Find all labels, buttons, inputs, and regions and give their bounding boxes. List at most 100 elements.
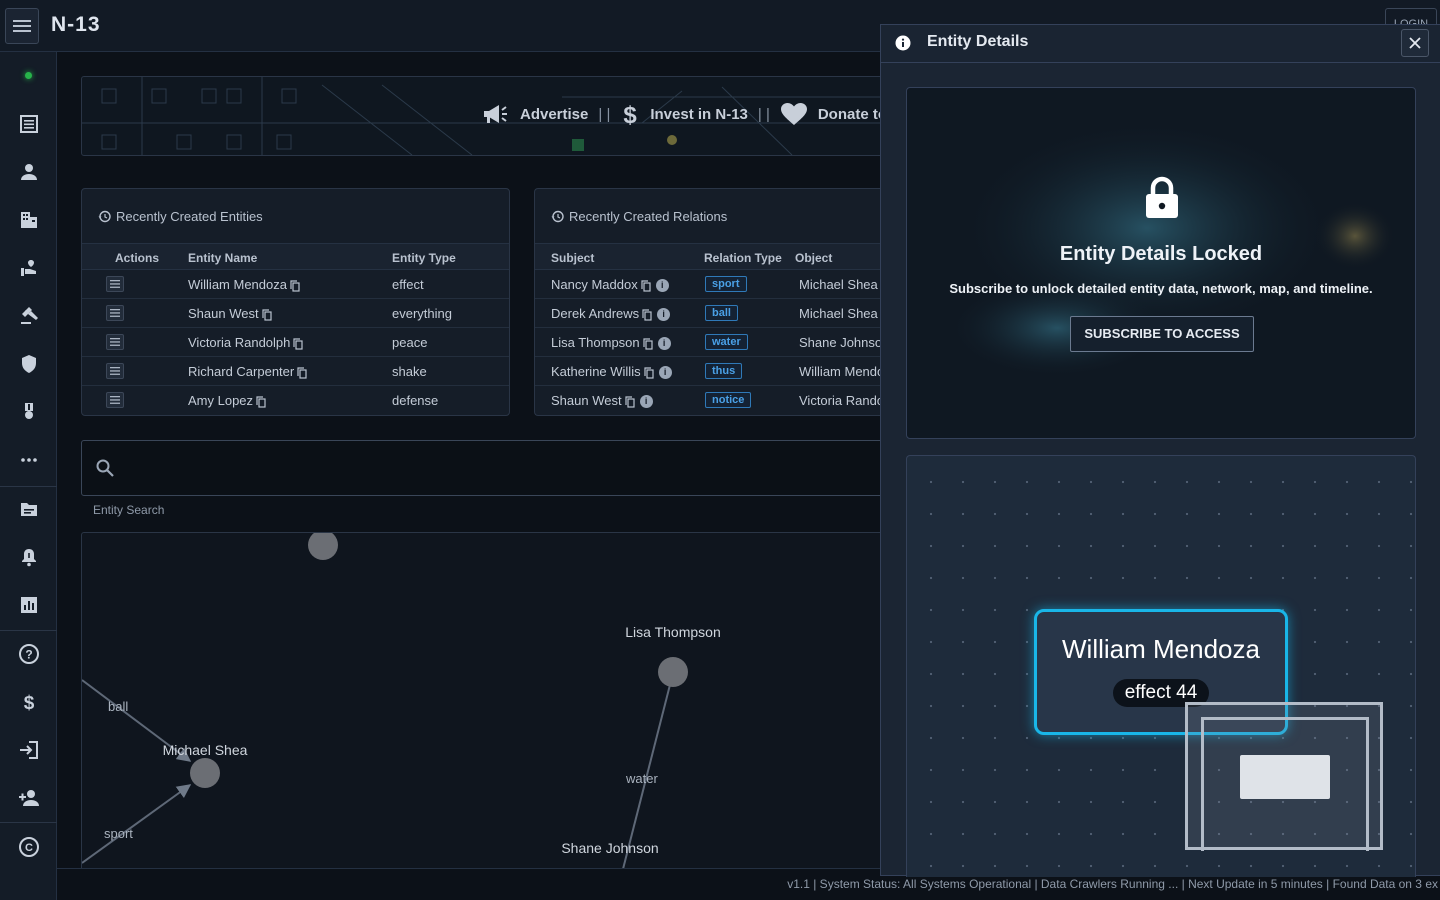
sidebar-item-analytics[interactable]	[0, 585, 57, 625]
history-icon	[98, 210, 111, 223]
menu-button[interactable]	[5, 8, 39, 44]
table-row: Nancy Maddox i sport Michael Shea	[535, 270, 901, 299]
node-label-michael-shea: Michael Shea	[163, 742, 248, 758]
sidebar-item-copyright[interactable]: C	[0, 827, 57, 867]
dollar-icon: $	[624, 102, 638, 127]
subject-cell: Katherine Willis i	[551, 364, 672, 380]
graph-edge-sport	[82, 784, 192, 864]
app-title: N-13	[51, 13, 101, 36]
building-icon	[20, 212, 37, 228]
copy-icon[interactable]	[643, 337, 653, 350]
banner-links: Advertise | | $ Invest in N-13 | | Donat…	[482, 101, 887, 127]
subject-name: Derek Andrews	[551, 306, 640, 321]
copy-icon[interactable]	[256, 395, 266, 408]
copy-icon[interactable]	[297, 366, 307, 379]
entity-type-cell: effect	[392, 277, 424, 292]
entity-search-input[interactable]	[128, 453, 888, 483]
table-row: Amy Lopez defense	[82, 386, 509, 415]
sidebar-item-pricing[interactable]: $	[0, 682, 57, 722]
close-button[interactable]	[1401, 29, 1429, 57]
search-icon	[96, 459, 114, 477]
copy-icon[interactable]	[643, 366, 654, 379]
relation-tag[interactable]: water	[705, 334, 748, 350]
alert-bell-icon	[21, 549, 36, 567]
info-icon[interactable]: i	[639, 395, 653, 409]
more-icon	[20, 458, 37, 462]
invest-link[interactable]: Invest in N-13	[650, 106, 748, 123]
entity-type-cell: peace	[392, 335, 428, 350]
graph-node-michael-shea[interactable]	[190, 758, 220, 788]
row-details-button[interactable]	[106, 305, 124, 321]
sidebar-item-organization[interactable]	[0, 200, 57, 240]
sidebar-item-person[interactable]	[0, 152, 57, 192]
person-icon	[20, 164, 37, 180]
sidebar-item-documents[interactable]	[0, 489, 57, 529]
node-label-lisa-wrap: Lisa Thompson	[625, 624, 721, 640]
relations-table-header: Subject Relation Type Object	[535, 243, 901, 270]
megaphone-icon	[484, 105, 507, 123]
col-object: Object	[795, 251, 833, 265]
sidebar-item-more[interactable]	[0, 440, 57, 480]
row-details-button[interactable]	[106, 363, 124, 379]
details-icon	[110, 396, 120, 404]
copy-icon[interactable]	[642, 308, 652, 321]
sidebar-item-login[interactable]	[0, 730, 57, 770]
sidebar-item-volunteer[interactable]	[0, 248, 57, 288]
entity-name-cell: William Mendoza	[188, 277, 300, 292]
dollar-icon: $	[23, 693, 34, 712]
donate-link[interactable]: Donate to	[818, 106, 887, 123]
minimap[interactable]	[1185, 702, 1383, 851]
details-icon	[110, 280, 120, 288]
entity-name: Victoria Randolph	[188, 335, 291, 350]
entity-name: Richard Carpenter	[188, 364, 295, 379]
copy-icon[interactable]	[641, 279, 651, 292]
close-icon	[1409, 37, 1421, 49]
col-entity-name: Entity Name	[188, 251, 258, 265]
sidebar-item-military[interactable]	[0, 392, 57, 432]
edge-label-ball: ball	[108, 699, 128, 714]
relation-tag[interactable]: notice	[705, 392, 752, 408]
entity-network-canvas[interactable]: William Mendoza effect 44	[906, 455, 1416, 877]
sidebar-item-legal[interactable]	[0, 296, 57, 336]
lock-icon	[1146, 176, 1178, 218]
copy-icon[interactable]	[624, 395, 635, 408]
relation-tag[interactable]: sport	[705, 276, 747, 292]
sidebar-item-security[interactable]	[0, 344, 57, 384]
object-cell: Michael Shea	[799, 306, 878, 321]
subject-name: Katherine Willis	[551, 364, 641, 379]
relation-tag[interactable]: thus	[705, 363, 743, 379]
panel-title-text: Recently Created Relations	[569, 209, 728, 224]
row-details-button[interactable]	[106, 276, 124, 292]
network-graph[interactable]: ball sport water Lisa Thompson Michael S…	[81, 532, 901, 872]
table-row: Shaun West i notice Victoria Randolph	[535, 386, 901, 415]
minimap-viewport[interactable]	[1240, 755, 1330, 799]
copy-icon[interactable]	[261, 308, 272, 321]
copy-icon[interactable]	[293, 337, 303, 350]
info-icon[interactable]: i	[655, 279, 669, 293]
relation-tag[interactable]: ball	[705, 305, 738, 321]
promo-banner: Advertise | | $ Invest in N-13 | | Donat…	[81, 76, 901, 156]
subscribe-button[interactable]: SUBSCRIBE TO ACCESS	[1070, 316, 1254, 352]
edge-label-water: water	[625, 771, 658, 786]
advertise-link[interactable]: Advertise	[520, 106, 588, 123]
subject-cell: Nancy Maddox i	[551, 277, 669, 293]
info-icon[interactable]: i	[658, 366, 672, 380]
copy-icon[interactable]	[290, 279, 300, 292]
sidebar-item-register[interactable]	[0, 778, 57, 818]
sidebar-item-list[interactable]	[0, 104, 57, 144]
entity-name: Shaun West	[188, 306, 259, 321]
entity-name-cell: Richard Carpenter	[188, 364, 307, 379]
table-row: Richard Carpenter shake	[82, 357, 509, 386]
col-relation-type: Relation Type	[704, 251, 782, 265]
col-actions: Actions	[115, 251, 160, 265]
sidebar-item-help[interactable]: ?	[0, 634, 57, 674]
row-details-button[interactable]	[106, 392, 124, 408]
node-label-lisa-thompson: Lisa Thompson	[625, 624, 721, 640]
info-icon[interactable]: i	[657, 308, 671, 322]
sidebar-item-alerts[interactable]	[0, 537, 57, 577]
graph-node[interactable]	[308, 533, 338, 560]
info-icon[interactable]: i	[657, 337, 671, 351]
graph-canvas: ball sport water Lisa Thompson Michael S…	[82, 533, 721, 871]
svg-text:$: $	[624, 102, 638, 127]
row-details-button[interactable]	[106, 334, 124, 350]
